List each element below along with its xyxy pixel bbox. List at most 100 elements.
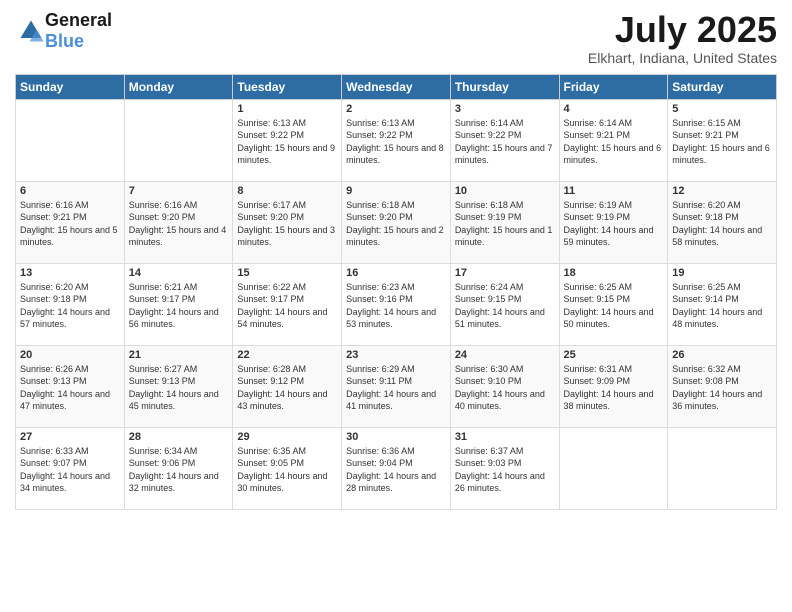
day-info: Sunrise: 6:18 AMSunset: 9:20 PMDaylight:… [346, 199, 446, 249]
day-number: 16 [346, 267, 446, 279]
calendar-week-row: 20Sunrise: 6:26 AMSunset: 9:13 PMDayligh… [16, 345, 777, 427]
day-info: Sunrise: 6:15 AMSunset: 9:21 PMDaylight:… [672, 117, 772, 167]
calendar-day-cell: 13 Sunrise: 6:20 AMSunset: 9:18 PMDayligh… [16, 263, 125, 345]
calendar-day-cell: 3Sunrise: 6:14 AMSunset: 9:22 PMDaylight… [450, 99, 559, 181]
day-number: 18 [564, 267, 664, 279]
day-info: Sunrise: 6:35 AMSunset: 9:05 PMDaylight:… [237, 445, 337, 495]
day-number: 25 [564, 349, 664, 361]
day-info: Sunrise: 6:37 AMSunset: 9:03 PMDaylight:… [455, 445, 555, 495]
title-block: July 2025 Elkhart, Indiana, United State… [588, 10, 777, 66]
month-year: July 2025 [588, 10, 777, 50]
header-friday: Friday [559, 74, 668, 99]
logo-blue: Blue [45, 31, 84, 51]
calendar-week-row: 13 Sunrise: 6:20 AMSunset: 9:18 PMDayligh… [16, 263, 777, 345]
day-info: Sunrise: 6:20 AMSunset: 9:18 PMDaylight:… [20, 281, 120, 331]
calendar-day-cell: 14Sunrise: 6:21 AMSunset: 9:17 PMDayligh… [124, 263, 233, 345]
calendar-day-cell: 20Sunrise: 6:26 AMSunset: 9:13 PMDayligh… [16, 345, 125, 427]
day-info: Sunrise: 6:22 AMSunset: 9:17 PMDaylight:… [237, 281, 337, 331]
day-info: Sunrise: 6:23 AMSunset: 9:16 PMDaylight:… [346, 281, 446, 331]
calendar-day-cell: 9 Sunrise: 6:18 AMSunset: 9:20 PMDaylight… [342, 181, 451, 263]
day-number: 13 [20, 267, 120, 279]
calendar-day-cell: 29 Sunrise: 6:35 AMSunset: 9:05 PMDayligh… [233, 427, 342, 509]
day-number: 14 [129, 267, 229, 279]
day-info: Sunrise: 6:20 AMSunset: 9:18 PMDaylight:… [672, 199, 772, 249]
calendar-day-cell: 26 Sunrise: 6:32 AMSunset: 9:08 PMDayligh… [668, 345, 777, 427]
day-number: 17 [455, 267, 555, 279]
day-info: Sunrise: 6:16 AMSunset: 9:21 PMDaylight:… [20, 199, 120, 249]
weekday-header-row: Sunday Monday Tuesday Wednesday Thursday… [16, 74, 777, 99]
calendar-day-cell: 17Sunrise: 6:24 AMSunset: 9:15 PMDayligh… [450, 263, 559, 345]
day-info: Sunrise: 6:28 AMSunset: 9:12 PMDaylight:… [237, 363, 337, 413]
calendar-week-row: 1 Sunrise: 6:13 AMSunset: 9:22 PMDaylight… [16, 99, 777, 181]
calendar-day-cell: 15 Sunrise: 6:22 AMSunset: 9:17 PMDayligh… [233, 263, 342, 345]
calendar-day-cell: 10 Sunrise: 6:18 AMSunset: 9:19 PMDayligh… [450, 181, 559, 263]
day-number: 27 [20, 431, 120, 443]
header-saturday: Saturday [668, 74, 777, 99]
calendar-week-row: 27Sunrise: 6:33 AMSunset: 9:07 PMDayligh… [16, 427, 777, 509]
day-number: 28 [129, 431, 229, 443]
calendar-day-cell [124, 99, 233, 181]
day-info: Sunrise: 6:31 AMSunset: 9:09 PMDaylight:… [564, 363, 664, 413]
day-number: 30 [346, 431, 446, 443]
calendar-day-cell: 25 Sunrise: 6:31 AMSunset: 9:09 PMDayligh… [559, 345, 668, 427]
calendar-day-cell: 30Sunrise: 6:36 AMSunset: 9:04 PMDayligh… [342, 427, 451, 509]
header-wednesday: Wednesday [342, 74, 451, 99]
day-info: Sunrise: 6:19 AMSunset: 9:19 PMDaylight:… [564, 199, 664, 249]
calendar-day-cell: 24 Sunrise: 6:30 AMSunset: 9:10 PMDayligh… [450, 345, 559, 427]
calendar-day-cell: 18 Sunrise: 6:25 AMSunset: 9:15 PMDayligh… [559, 263, 668, 345]
day-number: 9 [346, 185, 446, 197]
day-number: 10 [455, 185, 555, 197]
day-number: 5 [672, 103, 772, 115]
calendar-day-cell: 2Sunrise: 6:13 AMSunset: 9:22 PMDaylight… [342, 99, 451, 181]
calendar-day-cell [16, 99, 125, 181]
day-info: Sunrise: 6:25 AMSunset: 9:15 PMDaylight:… [564, 281, 664, 331]
day-info: Sunrise: 6:13 AMSunset: 9:22 PMDaylight:… [346, 117, 446, 167]
logo-icon [17, 17, 45, 45]
day-number: 4 [564, 103, 664, 115]
calendar-day-cell: 4 Sunrise: 6:14 AMSunset: 9:21 PMDaylight… [559, 99, 668, 181]
header: General Blue July 2025 Elkhart, Indiana,… [15, 10, 777, 66]
header-sunday: Sunday [16, 74, 125, 99]
calendar-week-row: 6Sunrise: 6:16 AMSunset: 9:21 PMDaylight… [16, 181, 777, 263]
day-number: 31 [455, 431, 555, 443]
day-number: 29 [237, 431, 337, 443]
calendar-day-cell: 27Sunrise: 6:33 AMSunset: 9:07 PMDayligh… [16, 427, 125, 509]
day-number: 15 [237, 267, 337, 279]
day-number: 24 [455, 349, 555, 361]
day-number: 21 [129, 349, 229, 361]
day-number: 11 [564, 185, 664, 197]
day-number: 1 [237, 103, 337, 115]
calendar-day-cell: 28 Sunrise: 6:34 AMSunset: 9:06 PMDayligh… [124, 427, 233, 509]
day-info: Sunrise: 6:29 AMSunset: 9:11 PMDaylight:… [346, 363, 446, 413]
day-info: Sunrise: 6:16 AMSunset: 9:20 PMDaylight:… [129, 199, 229, 249]
calendar-day-cell: 1Sunrise: 6:13 AMSunset: 9:22 PMDaylight… [233, 99, 342, 181]
day-info: Sunrise: 6:32 AMSunset: 9:08 PMDaylight:… [672, 363, 772, 413]
calendar-table: Sunday Monday Tuesday Wednesday Thursday… [15, 74, 777, 510]
day-info: Sunrise: 6:18 AMSunset: 9:19 PMDaylight:… [455, 199, 555, 249]
day-number: 7 [129, 185, 229, 197]
day-info: Sunrise: 6:14 AMSunset: 9:21 PMDaylight:… [564, 117, 664, 167]
calendar-day-cell: 21Sunrise: 6:27 AMSunset: 9:13 PMDayligh… [124, 345, 233, 427]
calendar-day-cell [668, 427, 777, 509]
day-number: 22 [237, 349, 337, 361]
logo-text: General Blue [45, 10, 112, 52]
day-info: Sunrise: 6:34 AMSunset: 9:06 PMDaylight:… [129, 445, 229, 495]
calendar-day-cell: 23 Sunrise: 6:29 AMSunset: 9:11 PMDayligh… [342, 345, 451, 427]
header-tuesday: Tuesday [233, 74, 342, 99]
day-number: 26 [672, 349, 772, 361]
header-monday: Monday [124, 74, 233, 99]
calendar-day-cell: 11 Sunrise: 6:19 AMSunset: 9:19 PMDayligh… [559, 181, 668, 263]
day-number: 23 [346, 349, 446, 361]
day-number: 12 [672, 185, 772, 197]
header-thursday: Thursday [450, 74, 559, 99]
calendar-day-cell: 8Sunrise: 6:17 AMSunset: 9:20 PMDaylight… [233, 181, 342, 263]
calendar-day-cell: 16 Sunrise: 6:23 AMSunset: 9:16 PMDayligh… [342, 263, 451, 345]
calendar-day-cell: 7 Sunrise: 6:16 AMSunset: 9:20 PMDaylight… [124, 181, 233, 263]
calendar-day-cell: 19Sunrise: 6:25 AMSunset: 9:14 PMDayligh… [668, 263, 777, 345]
day-number: 3 [455, 103, 555, 115]
day-info: Sunrise: 6:30 AMSunset: 9:10 PMDaylight:… [455, 363, 555, 413]
calendar-day-cell: 12 Sunrise: 6:20 AMSunset: 9:18 PMDayligh… [668, 181, 777, 263]
calendar-day-cell: 31 Sunrise: 6:37 AMSunset: 9:03 PMDayligh… [450, 427, 559, 509]
calendar-day-cell: 5 Sunrise: 6:15 AMSunset: 9:21 PMDaylight… [668, 99, 777, 181]
calendar-day-cell: 22 Sunrise: 6:28 AMSunset: 9:12 PMDayligh… [233, 345, 342, 427]
